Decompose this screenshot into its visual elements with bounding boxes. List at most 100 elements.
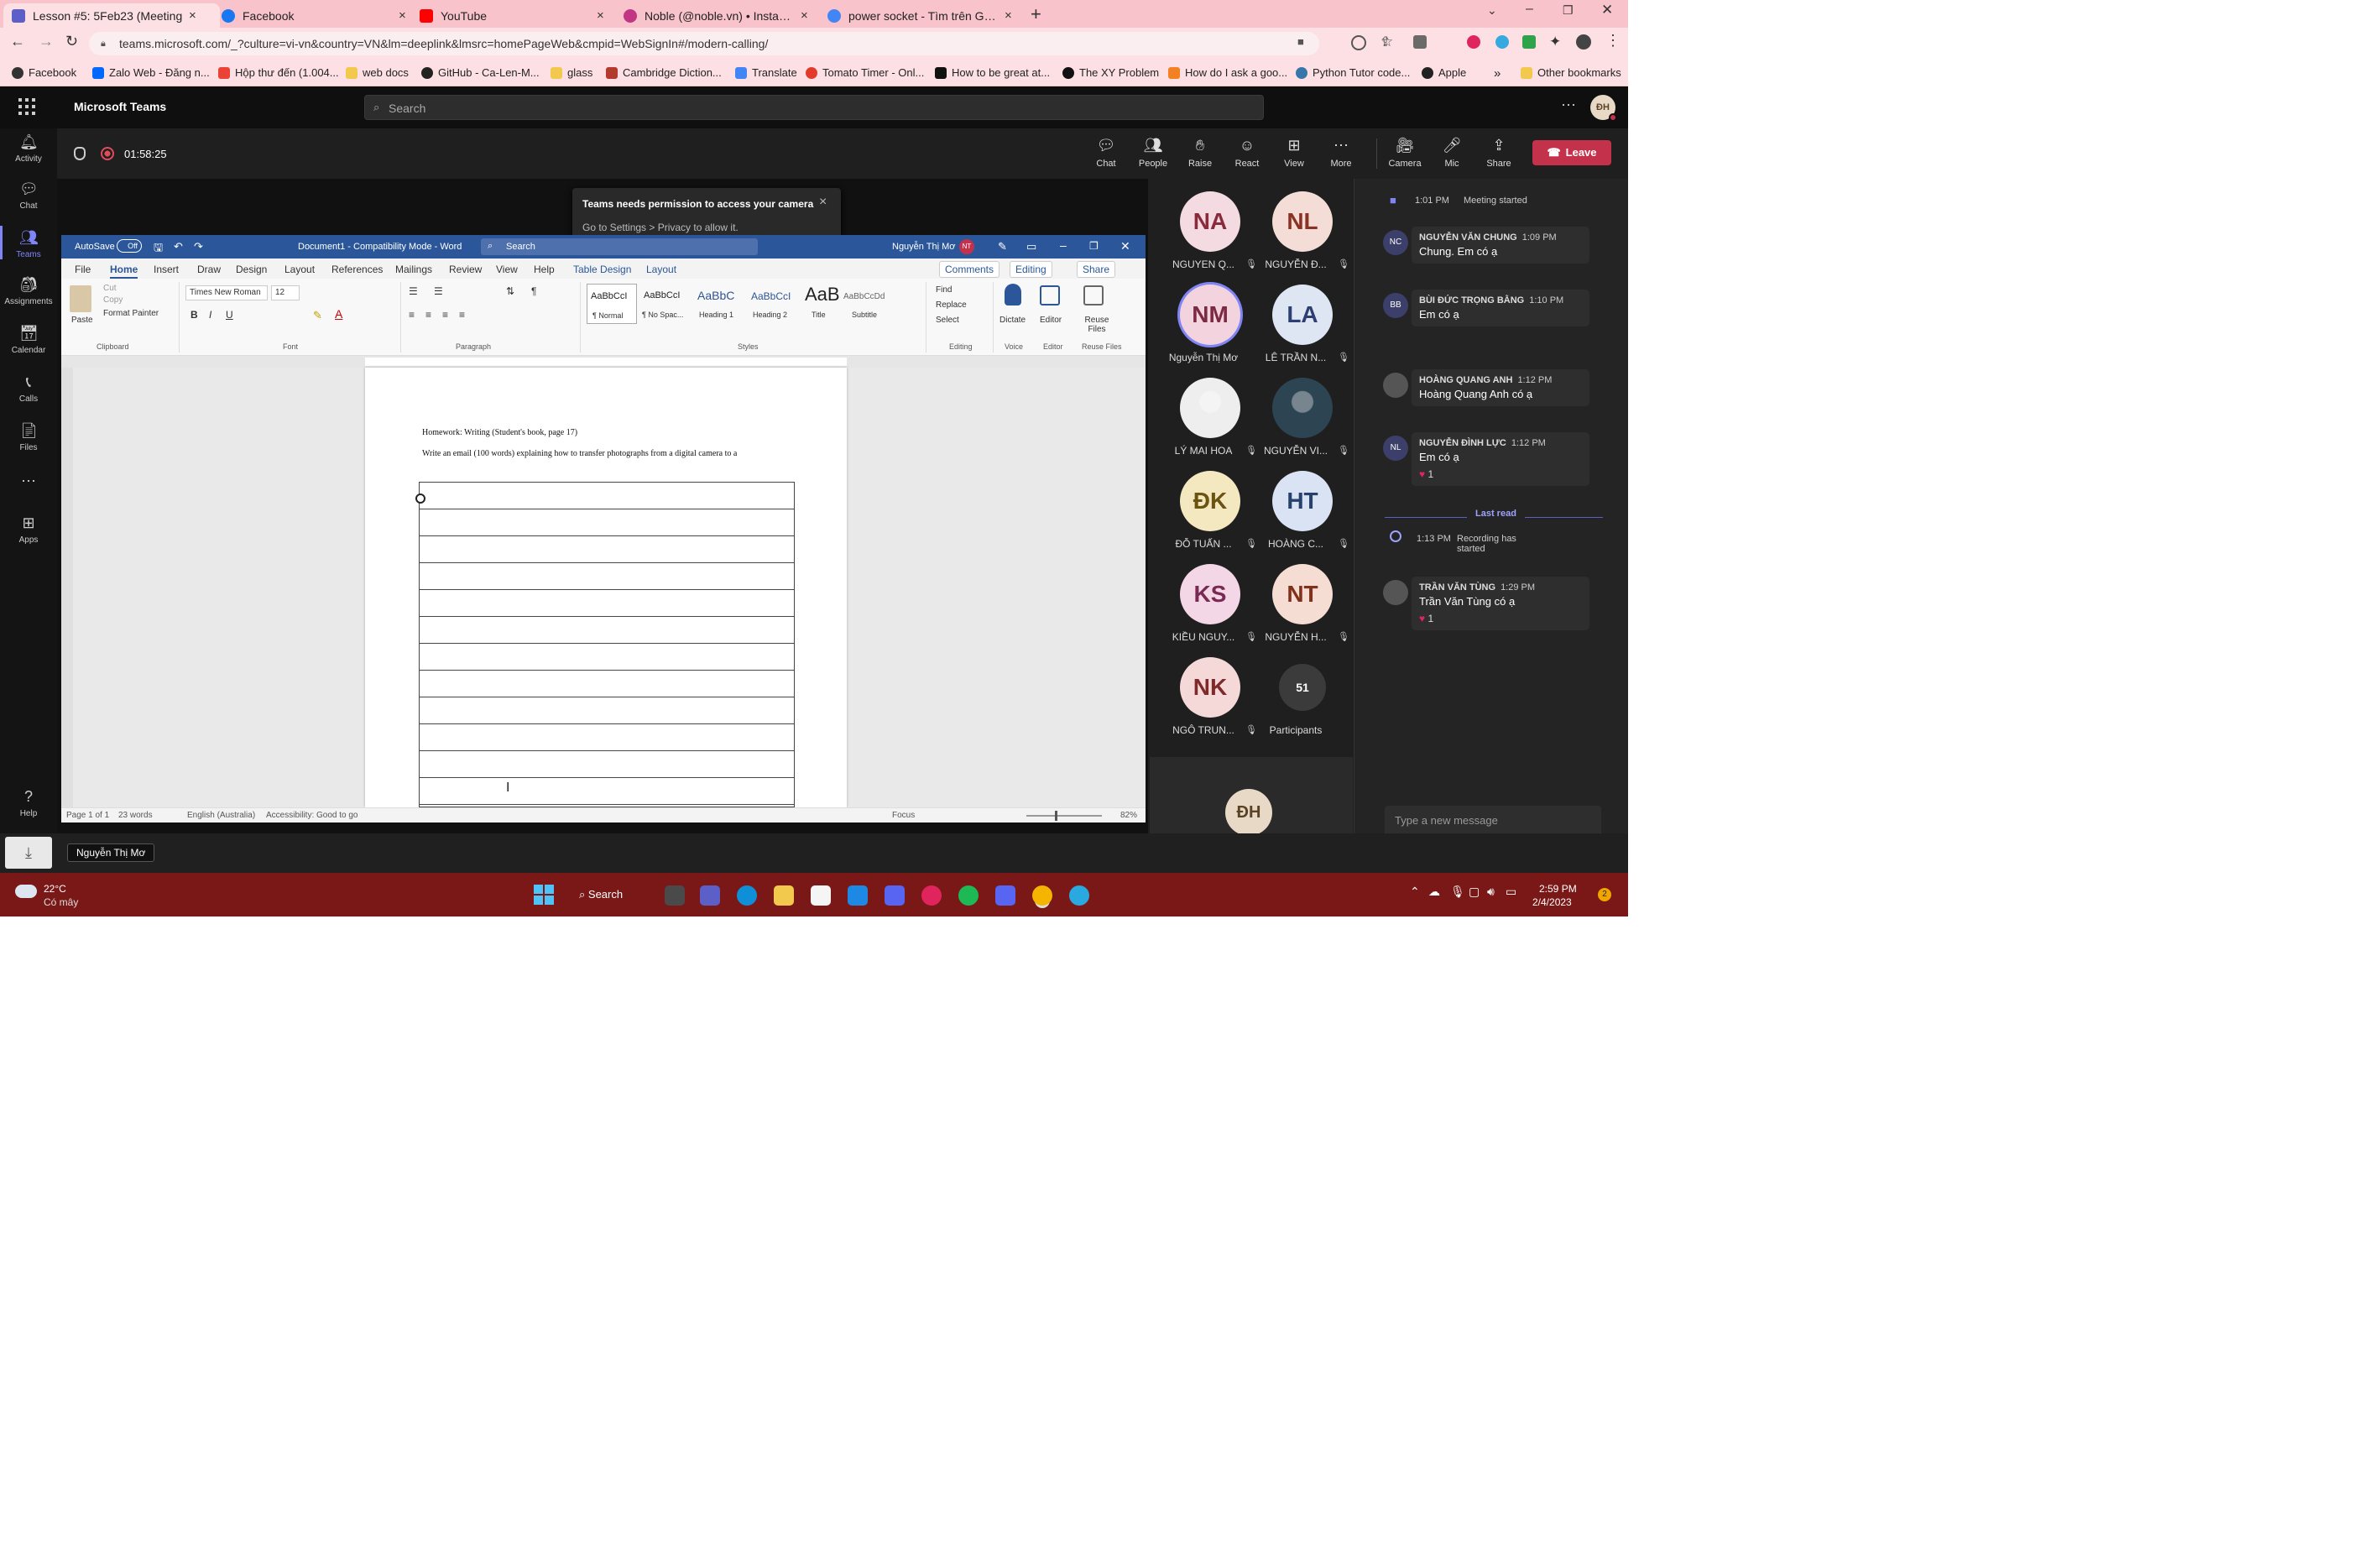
chat-message[interactable]: HOÀNG QUANG ANH 1:12 PM Hoàng Quang Anh có… bbox=[1412, 369, 1589, 406]
new-tab-button[interactable]: + bbox=[1031, 3, 1041, 25]
browser-tab[interactable]: YouTube × bbox=[411, 3, 616, 28]
chrome-menu-icon[interactable]: ⋮ bbox=[1605, 32, 1621, 50]
tab-layout[interactable]: Layout bbox=[284, 264, 315, 275]
participant-avatar[interactable]: NA bbox=[1180, 191, 1240, 252]
undo-icon[interactable]: ↶ bbox=[174, 240, 183, 253]
zoom-slider[interactable] bbox=[1026, 815, 1102, 817]
teams-taskbar-icon[interactable] bbox=[700, 885, 720, 906]
onedrive-icon[interactable]: ☁ bbox=[1428, 885, 1440, 899]
bookmark-item[interactable]: How do I ask a goo... bbox=[1168, 66, 1287, 79]
bookmark-item[interactable]: GitHub - Ca-Len-M... bbox=[421, 66, 540, 79]
format-painter-button[interactable]: Format Painter bbox=[103, 309, 159, 318]
file-explorer-icon[interactable] bbox=[774, 885, 794, 906]
tab-view[interactable]: View bbox=[496, 264, 518, 275]
align-center-icon[interactable]: ≡ bbox=[425, 309, 431, 321]
redo-icon[interactable]: ↷ bbox=[194, 240, 203, 253]
store-icon[interactable] bbox=[811, 885, 831, 906]
more-button[interactable]: ⋯ More bbox=[1319, 137, 1363, 169]
font-name-select[interactable]: Times New Roman bbox=[185, 285, 268, 300]
raise-hand-button[interactable]: ✋︎ Raise bbox=[1178, 137, 1222, 169]
rail-teams[interactable]: 👥︎ Teams bbox=[0, 226, 57, 259]
underline-icon[interactable]: U bbox=[226, 309, 233, 321]
camera-tray-icon[interactable]: ▢ bbox=[1469, 885, 1480, 899]
participant-avatar[interactable]: NL bbox=[1272, 191, 1333, 252]
task-view-icon[interactable] bbox=[665, 885, 685, 906]
cut-button[interactable]: Cut bbox=[103, 284, 117, 293]
style-no-spacing[interactable]: AaBbCcI ¶ No Spac... bbox=[640, 284, 691, 324]
zoom-thumb[interactable] bbox=[1055, 811, 1057, 821]
document-table[interactable] bbox=[419, 482, 795, 807]
forward-icon[interactable]: → bbox=[39, 33, 54, 50]
bookmark-item[interactable]: Cambridge Diction... bbox=[606, 66, 722, 79]
react-button[interactable]: ☺ React bbox=[1225, 137, 1269, 169]
participant-avatar[interactable]: NM bbox=[1180, 285, 1240, 345]
extension-icon[interactable] bbox=[1413, 35, 1427, 49]
tab-home[interactable]: Home bbox=[110, 264, 138, 279]
camera-blocked-icon[interactable]: ■ bbox=[1297, 35, 1311, 49]
teams-search-input[interactable]: ⌕ Search bbox=[364, 95, 1264, 120]
rail-apps[interactable]: ⊞ Apps bbox=[0, 514, 57, 545]
participant-avatar[interactable]: ĐK bbox=[1180, 471, 1240, 531]
paste-icon[interactable] bbox=[70, 285, 91, 312]
cloud-weather-icon[interactable] bbox=[15, 885, 37, 898]
extension-cloud-icon[interactable] bbox=[1495, 35, 1509, 49]
reuse-files-icon[interactable] bbox=[1083, 285, 1104, 306]
spotify-icon[interactable] bbox=[958, 885, 979, 906]
bookmark-item[interactable]: Python Tutor code... bbox=[1296, 66, 1410, 79]
rail-help[interactable]: ? Help bbox=[0, 788, 57, 818]
chat-author-avatar[interactable]: NC bbox=[1383, 230, 1408, 255]
profile-avatar[interactable] bbox=[1576, 34, 1591, 50]
chat-message[interactable]: TRẦN VĂN TÙNG 1:29 PM Trần Văn Tùng có ạ ♥ … bbox=[1412, 577, 1589, 630]
copy-button[interactable]: Copy bbox=[103, 295, 123, 305]
share-button[interactable]: ⇪ Share bbox=[1477, 137, 1521, 169]
close-tab-icon[interactable]: × bbox=[399, 8, 406, 23]
app-launcher-icon[interactable] bbox=[18, 98, 35, 115]
reload-icon[interactable]: ↻ bbox=[65, 33, 78, 50]
bookmark-item[interactable]: Zalo Web - Đăng n... bbox=[92, 66, 210, 79]
style-heading-2[interactable]: AaBbCcI Heading 2 bbox=[748, 284, 798, 324]
opera-icon[interactable] bbox=[921, 885, 942, 906]
notification-badge[interactable]: 2 bbox=[1598, 888, 1611, 901]
font-color-icon[interactable]: A bbox=[335, 307, 342, 321]
chat-message[interactable]: NGUYỄN VĂN CHUNG 1:09 PM Chung. Em có ạ bbox=[1412, 227, 1589, 264]
compose-message-input[interactable]: Type a new message bbox=[1385, 806, 1601, 836]
rail-assignments[interactable]: 🎒︎ Assignments bbox=[0, 276, 57, 306]
show-hidden-icons-icon[interactable]: ⌃ bbox=[1410, 885, 1420, 899]
battery-icon[interactable]: ▭ bbox=[1506, 885, 1516, 899]
rail-chat[interactable]: 💬︎ Chat bbox=[0, 180, 57, 211]
rail-calls[interactable]: 📞︎ Calls bbox=[0, 373, 57, 404]
reuse-files-button[interactable]: Reuse Files bbox=[1080, 316, 1114, 334]
word-close-icon[interactable]: ✕ bbox=[1120, 239, 1130, 253]
minimize-window-icon[interactable]: – bbox=[1526, 2, 1533, 17]
heart-reaction[interactable]: ♥ 1 bbox=[1419, 468, 1582, 480]
bookmark-item[interactable]: How to be great at... bbox=[935, 66, 1050, 79]
bookmark-item[interactable]: Facebook bbox=[12, 66, 76, 79]
mic-tray-icon[interactable]: 🎙︎ bbox=[1450, 885, 1465, 899]
editing-mode-button[interactable]: Editing bbox=[1010, 261, 1052, 278]
find-button[interactable]: Find bbox=[936, 285, 952, 295]
address-bar[interactable]: 🔒︎ teams.microsoft.com/_?culture=vi-vn&c… bbox=[89, 32, 1319, 55]
leave-button[interactable]: ☎︎ Leave bbox=[1532, 140, 1611, 165]
close-tab-icon[interactable]: × bbox=[189, 8, 196, 23]
view-button[interactable]: ⊞ View bbox=[1272, 137, 1316, 169]
camera-button[interactable]: 🎥︎ Camera bbox=[1383, 137, 1427, 169]
vscode-icon[interactable] bbox=[885, 885, 905, 906]
participant-photo-avatar[interactable] bbox=[1272, 378, 1333, 438]
discord-icon[interactable] bbox=[995, 885, 1015, 906]
bookmark-item[interactable]: Translate bbox=[735, 66, 797, 79]
sort-icon[interactable]: ⇅ bbox=[506, 285, 514, 297]
word-minimize-icon[interactable]: – bbox=[1060, 238, 1067, 252]
bullets-icon[interactable]: ☰ bbox=[409, 285, 418, 297]
participant-avatar[interactable]: 51 bbox=[1279, 664, 1326, 711]
chat-message[interactable]: BÙI ĐỨC TRỌNG BẰNG 1:10 PM Em có ạ bbox=[1412, 290, 1589, 326]
tab-mailings[interactable]: Mailings bbox=[395, 264, 432, 275]
tab-table-design[interactable]: Table Design bbox=[573, 264, 631, 275]
mic-button[interactable]: 🎤︎ Mic bbox=[1430, 137, 1474, 169]
extension-opera-icon[interactable] bbox=[1467, 35, 1480, 49]
justify-icon[interactable]: ≡ bbox=[459, 309, 465, 321]
bold-icon[interactable]: B bbox=[191, 309, 198, 321]
save-icon[interactable]: 🖫︎ bbox=[154, 240, 163, 258]
tab-review[interactable]: Review bbox=[449, 264, 482, 275]
rail-files[interactable]: 📄︎ Files bbox=[0, 422, 57, 452]
browser-tab[interactable]: Lesson #5: 5Feb23 (Meeting × bbox=[3, 3, 220, 28]
